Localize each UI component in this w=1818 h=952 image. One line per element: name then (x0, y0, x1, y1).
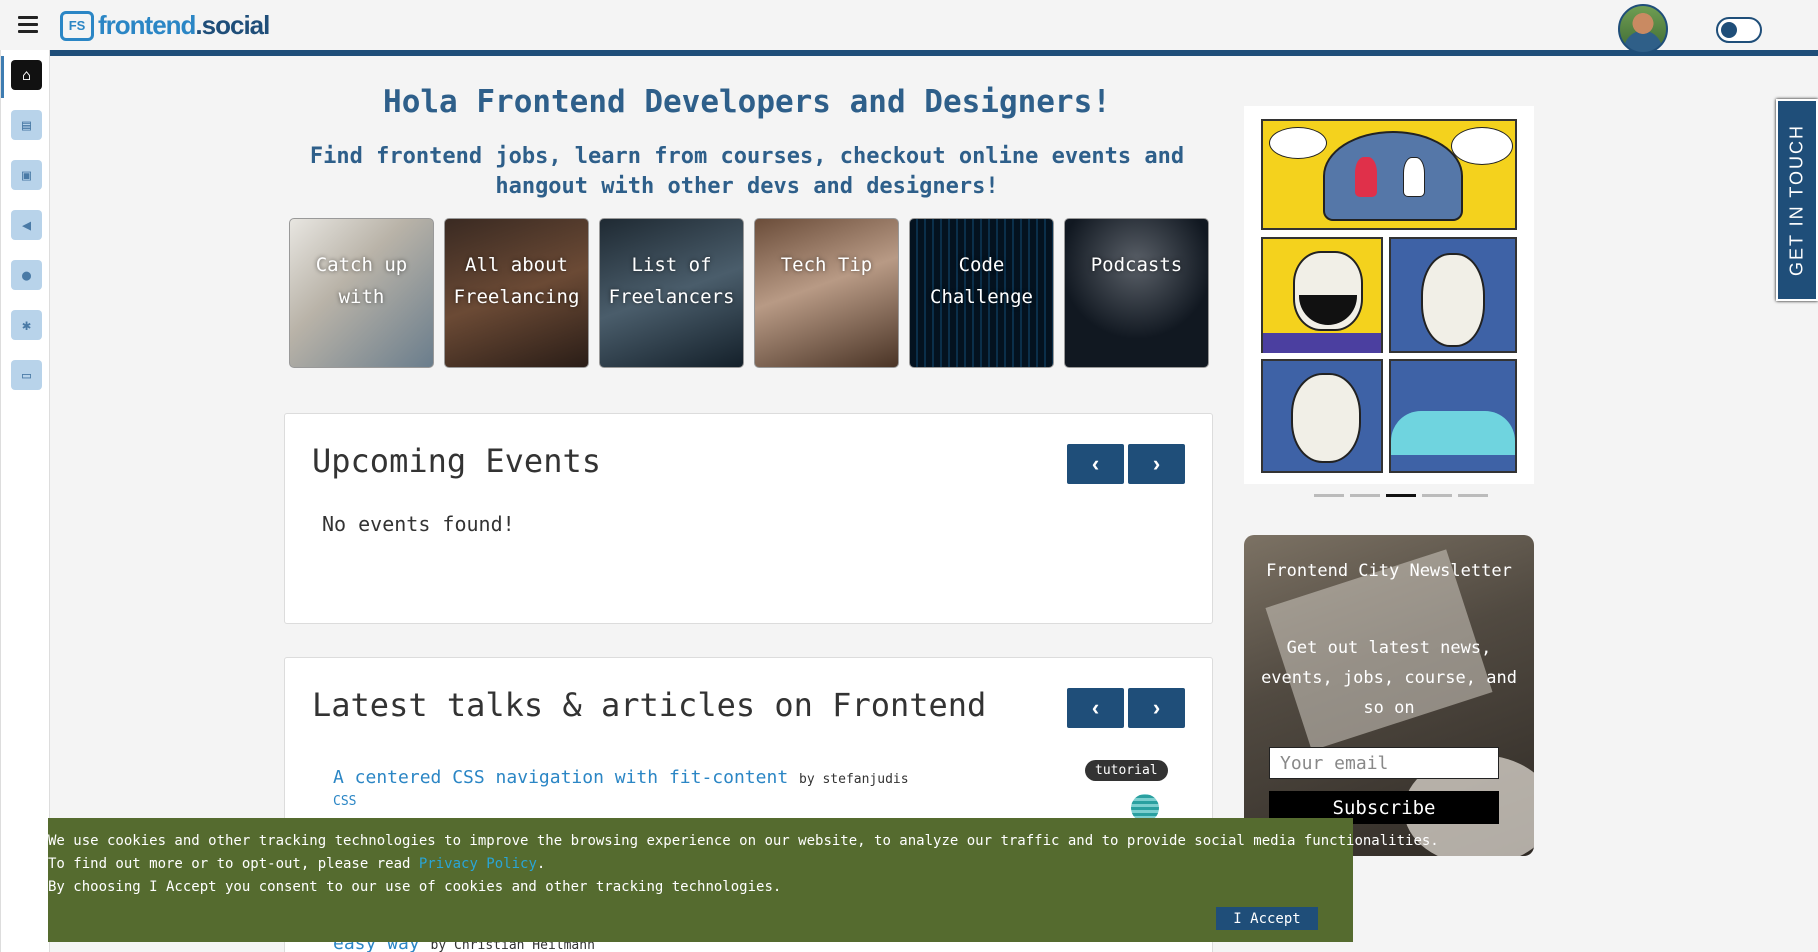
briefcase-icon: ▣ (21, 166, 32, 184)
category-card-label: All about Freelancing (453, 254, 580, 308)
article-link[interactable]: A centered CSS navigation with fit-conte… (333, 767, 909, 788)
category-card-freelancers[interactable]: List of Freelancers (599, 218, 744, 368)
carousel-dots (1314, 494, 1488, 497)
get-in-touch-tab[interactable]: GET IN TOUCH (1776, 99, 1818, 301)
comic-panel (1261, 237, 1383, 353)
gear-icon: ✱ (21, 316, 32, 334)
comic-carousel-slide[interactable] (1244, 106, 1534, 484)
sidebar-item-settings[interactable]: ✱ (11, 310, 42, 340)
carousel-dot[interactable] (1422, 494, 1452, 497)
events-prev-button[interactable]: ‹ (1067, 444, 1124, 484)
events-title: Upcoming Events (312, 442, 601, 480)
category-card-podcasts[interactable]: Podcasts (1064, 218, 1209, 368)
site-logo[interactable]: FS frontend.social (60, 10, 270, 41)
comic-panel (1261, 359, 1383, 473)
category-card-freelancing[interactable]: All about Freelancing (444, 218, 589, 368)
sidebar-item-locations[interactable]: ● (11, 260, 42, 290)
sidebar-active-indicator (1, 56, 4, 98)
carousel-dot[interactable] (1350, 494, 1380, 497)
articles-title: Latest talks & articles on Frontend (312, 686, 987, 724)
events-next-button[interactable]: › (1128, 444, 1185, 484)
cookie-text-line: By choosing I Accept you consent to our … (48, 879, 782, 895)
cookie-text-line: We use cookies and other tracking techno… (48, 833, 1439, 849)
megaphone-icon: ◀ (21, 216, 32, 234)
article-title[interactable]: A centered CSS navigation with fit-conte… (333, 767, 788, 788)
newsletter-card: Frontend City Newsletter Get out latest … (1244, 535, 1534, 856)
privacy-policy-link[interactable]: Privacy Policy (419, 856, 537, 872)
home-icon: ⌂ (21, 66, 32, 84)
category-card-label: Catch up with (315, 254, 408, 308)
sidebar-item-courses[interactable]: ▤ (11, 110, 42, 140)
get-in-touch-label: GET IN TOUCH (1786, 123, 1807, 277)
sidebar-item-desktop[interactable]: ▭ (11, 360, 42, 390)
page-title: Hola Frontend Developers and Designers! (383, 84, 1111, 120)
logo-text: frontend.social (98, 10, 270, 40)
comic-panel (1389, 359, 1517, 473)
cookie-text-line: To find out more or to opt-out, please r… (48, 856, 546, 872)
category-card-label: Code Challenge (930, 254, 1033, 308)
logo-mark: FS (60, 10, 94, 41)
category-card-code-challenge[interactable]: Code Challenge (909, 218, 1054, 368)
comic-panel (1261, 119, 1517, 230)
hamburger-menu-icon[interactable] (18, 16, 38, 34)
accept-cookies-button[interactable]: I Accept (1216, 907, 1318, 930)
sidebar: ⌂ ▤ ▣ ◀ ● ✱ ▭ (0, 50, 50, 952)
comic-panel (1389, 237, 1517, 353)
category-card-label: Podcasts (1090, 254, 1183, 276)
events-empty-text: No events found! (322, 512, 515, 536)
newsletter-title: Frontend City Newsletter (1266, 561, 1512, 581)
articles-prev-button[interactable]: ‹ (1067, 688, 1124, 728)
sidebar-item-jobs[interactable]: ▣ (11, 160, 42, 190)
top-bar: FS frontend.social (0, 0, 1818, 56)
theme-toggle[interactable] (1716, 17, 1762, 43)
upcoming-events-panel: Upcoming Events ‹ › No events found! (284, 413, 1213, 624)
sidebar-item-home[interactable]: ⌂ (11, 60, 42, 90)
carousel-dot-active[interactable] (1386, 494, 1416, 497)
carousel-dot[interactable] (1314, 494, 1344, 497)
article-tag[interactable]: CSS (333, 794, 356, 809)
map-marker-icon: ● (21, 266, 32, 284)
category-card-label: List of Freelancers (608, 254, 735, 308)
page-subtitle: Find frontend jobs, learn from courses, … (309, 144, 1185, 199)
article-by: by stefanjudis (799, 772, 909, 787)
category-card-tech-tip[interactable]: Tech Tip (754, 218, 899, 368)
user-avatar[interactable] (1618, 4, 1668, 54)
desktop-icon: ▭ (21, 366, 32, 384)
newsletter-email-input[interactable] (1269, 747, 1499, 779)
category-card-label: Tech Tip (780, 254, 873, 276)
articles-next-button[interactable]: › (1128, 688, 1185, 728)
sidebar-item-events[interactable]: ◀ (11, 210, 42, 240)
book-icon: ▤ (21, 116, 32, 134)
category-card-catch-up[interactable]: Catch up with (289, 218, 434, 368)
newsletter-text: Get out latest news, events, jobs, cours… (1261, 638, 1517, 718)
carousel-dot[interactable] (1458, 494, 1488, 497)
cookie-banner: We use cookies and other tracking techno… (48, 818, 1439, 942)
article-type-badge: tutorial (1085, 760, 1168, 781)
